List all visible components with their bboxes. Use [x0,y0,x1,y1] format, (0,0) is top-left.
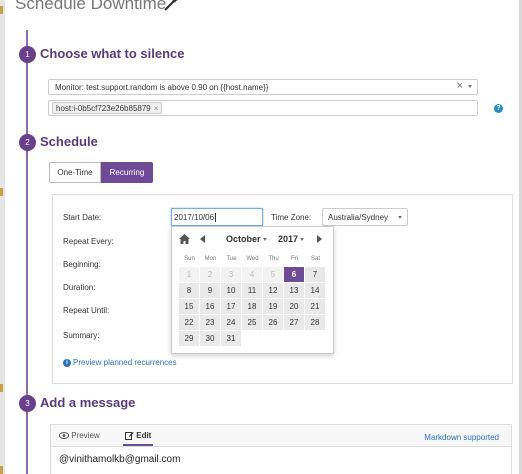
edge-marker [0,6,3,14]
next-month-icon[interactable] [317,235,322,243]
calendar-day-selected[interactable]: 6 [284,267,304,282]
section-title-silence: Choose what to silence [40,46,185,61]
preview-recurrences-label: Preview planned recurrences [73,358,177,367]
weekday-header: Mon [204,256,217,262]
calendar-day: 1 [179,267,199,282]
calendar-day[interactable]: 11 [242,283,262,298]
calendar-day[interactable]: 22 [179,315,199,330]
message-tabs: Preview Edit Markdown supported [51,425,511,447]
tab-edit[interactable]: Edit [122,431,154,447]
step-1-badge: 1 [19,46,36,63]
calendar-day[interactable]: 19 [263,299,283,314]
one-time-toggle-button[interactable]: One-Time [49,162,101,183]
page-title: Schedule Downtime [15,0,167,13]
start-date-label: Start Date: [63,213,102,222]
calendar-day[interactable]: 12 [263,283,283,298]
scope-tag-label: host:i-0b5cf723e26b85879 [56,104,151,113]
eye-icon [58,432,70,440]
schedule-downtime-panel: Schedule Downtime 1 Choose what to silen… [5,0,519,474]
summary-label: Summary: [63,331,100,340]
section-title-schedule: Schedule [40,134,98,149]
calendar-day[interactable]: 7 [305,267,325,282]
calendar-day[interactable]: 18 [242,299,262,314]
magic-wand-icon [164,0,178,11]
calendar-day[interactable]: 28 [305,315,325,330]
chevron-down-icon[interactable] [468,85,472,88]
message-editor: Preview Edit Markdown supported @vinitha… [50,424,512,474]
tab-preview[interactable]: Preview [58,431,100,440]
beginning-label: Beginning: [63,260,101,269]
clear-selection-icon[interactable]: × [457,80,463,92]
timezone-select[interactable]: Australia/Sydney [322,208,408,226]
chevron-down-icon [398,216,402,219]
date-picker-calendar: October 2017 Sun Mon Tue Wed Thu Fri Sat 1 2 3 4 5 6… [171,226,334,354]
calendar-day[interactable]: 15 [179,299,199,314]
weekday-header: Tue [226,256,237,262]
calendar-day: 4 [242,267,262,282]
repeat-until-label: Repeat Until: [63,306,110,315]
calendar-day[interactable]: 17 [221,299,241,314]
calendar-day[interactable]: 24 [221,315,241,330]
prev-month-icon[interactable] [200,235,205,243]
scope-tags-input[interactable]: host:i-0b5cf723e26b85879 × [48,100,478,116]
edge-marker [0,188,3,196]
tab-preview-label: Preview [71,431,100,440]
repeat-every-label: Repeat Every: [63,237,114,246]
markdown-supported-link[interactable]: Markdown supported [424,433,499,442]
calendar-day[interactable]: 10 [221,283,241,298]
weekday-header: Sat [310,256,320,262]
calendar-day: 5 [263,267,283,282]
step-3-badge: 3 [19,395,36,412]
calendar-day[interactable]: 13 [284,283,304,298]
month-dropdown[interactable]: October [226,234,267,244]
calendar-day: 3 [221,267,241,282]
message-textarea[interactable]: @vinithamolkb@gmail.com [59,454,180,465]
calendar-day[interactable]: 21 [305,299,325,314]
edge-marker [0,466,3,474]
calendar-day[interactable]: 27 [284,315,304,330]
calendar-day[interactable]: 31 [221,331,241,346]
weekday-header: Sun [184,256,195,262]
monitor-select-value: Monitor: test.support.random is above 0.… [55,83,269,92]
home-icon[interactable] [179,234,190,244]
weekday-header: Wed [246,256,259,262]
calendar-day[interactable]: 20 [284,299,304,314]
edge-marker [0,384,3,392]
calendar-day[interactable]: 9 [200,283,220,298]
section-title-message: Add a message [40,395,136,410]
start-date-input[interactable]: 2017/10/06 [171,208,263,226]
tab-edit-label: Edit [136,431,152,440]
start-date-value: 2017/10/06 [174,213,217,223]
step-2-badge: 2 [19,134,36,151]
info-icon: i [63,358,71,367]
remove-tag-icon[interactable]: × [154,104,159,113]
timezone-value: Australia/Sydney [328,213,389,222]
weekday-header: Thu [268,256,279,262]
calendar-day[interactable]: 26 [263,315,283,330]
scope-tag: host:i-0b5cf723e26b85879 × [52,102,163,114]
edit-icon [125,432,134,441]
calendar-day[interactable]: 30 [200,331,220,346]
calendar-day[interactable]: 29 [179,331,199,346]
monitor-select[interactable]: Monitor: test.support.random is above 0.… [48,79,478,95]
calendar-day[interactable]: 14 [305,283,325,298]
calendar-day: 2 [200,267,220,282]
year-dropdown[interactable]: 2017 [278,234,305,244]
preview-recurrences-link[interactable]: i Preview planned recurrences [63,358,177,367]
weekday-header: Fri [291,256,298,262]
calendar-day[interactable]: 23 [200,315,220,330]
timezone-label: Time Zone: [271,213,312,222]
calendar-day[interactable]: 16 [200,299,220,314]
recurring-toggle-button[interactable]: Recurring [101,162,153,183]
calendar-day[interactable]: 8 [179,283,199,298]
calendar-day[interactable]: 25 [242,315,262,330]
help-icon[interactable]: ? [494,104,503,113]
duration-label: Duration: [63,283,96,292]
